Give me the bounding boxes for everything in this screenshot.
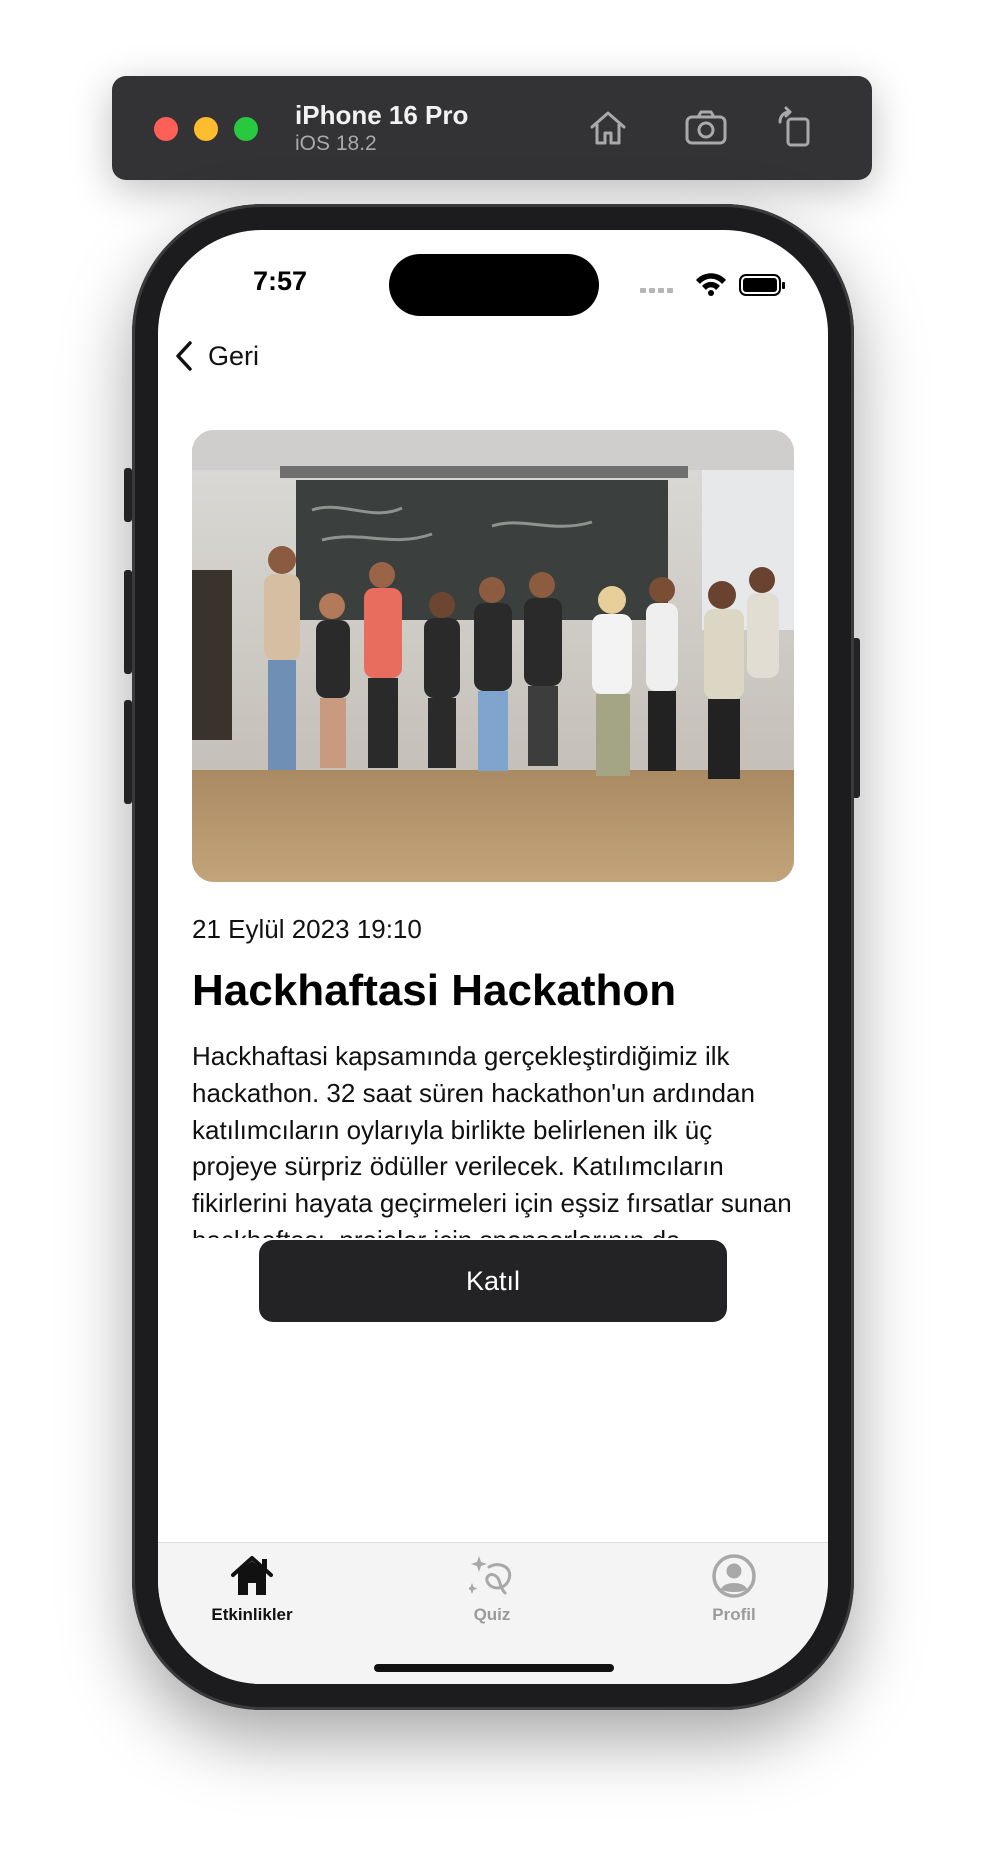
action-button [124, 468, 132, 522]
tab-quiz[interactable]: Quiz [412, 1553, 572, 1633]
back-label: Geri [208, 340, 260, 371]
event-date: 21 Eylül 2023 19:10 [192, 914, 422, 944]
tab-label-quiz: Quiz [473, 1605, 511, 1624]
tab-etkinlikler[interactable]: Etkinlikler [172, 1553, 332, 1633]
event-photo [192, 430, 794, 882]
minimize-window-button[interactable] [194, 117, 218, 141]
event-title: Hackhaftasi Hackathon [192, 966, 677, 1015]
battery-icon [739, 274, 785, 296]
rotate-icon[interactable] [774, 106, 818, 150]
zoom-window-button[interactable] [234, 117, 258, 141]
wifi-icon [696, 273, 726, 296]
desktop-stage: iPhone 16 Pro iOS 18.2 7:57 Geri 21 Eylü… [0, 0, 984, 1862]
screenshot-icon[interactable] [684, 106, 728, 150]
device-name: iPhone 16 Pro [295, 100, 469, 130]
tab-profil[interactable]: Profil [654, 1553, 814, 1633]
signal-icon [640, 288, 673, 293]
sparkle-loop-icon [469, 1556, 512, 1595]
home-icon[interactable] [586, 106, 630, 150]
phone-screen: 7:57 Geri 21 Eylül 2023 19:10 Hackhaftas… [158, 230, 828, 1684]
group-photo-illustration [192, 430, 794, 882]
volume-up-button [124, 570, 132, 674]
close-window-button[interactable] [154, 117, 178, 141]
os-version: iOS 18.2 [295, 132, 377, 155]
event-description-scroll[interactable]: Hackhaftasi kapsamında gerçekleştirdiğim… [192, 1038, 802, 1238]
tab-label-etkinlikler: Etkinlikler [211, 1605, 293, 1624]
tab-label-profil: Profil [712, 1605, 756, 1624]
tab-bar: Etkinlikler Quiz Profil [158, 1542, 828, 1684]
event-description: Hackhaftasi kapsamında gerçekleştirdiğim… [192, 1041, 792, 1238]
chevron-left-icon [176, 341, 192, 371]
back-button[interactable]: Geri [172, 336, 259, 376]
simulator-toolbar: iPhone 16 Pro iOS 18.2 [112, 76, 872, 180]
status-icons [638, 272, 788, 298]
status-time: 7:57 [253, 266, 308, 296]
dynamic-island [389, 254, 599, 316]
volume-down-button [124, 700, 132, 804]
person-circle-icon [712, 1554, 756, 1598]
join-button[interactable]: Katıl [259, 1240, 727, 1322]
house-icon [231, 1556, 273, 1595]
home-indicator[interactable] [374, 1664, 614, 1672]
